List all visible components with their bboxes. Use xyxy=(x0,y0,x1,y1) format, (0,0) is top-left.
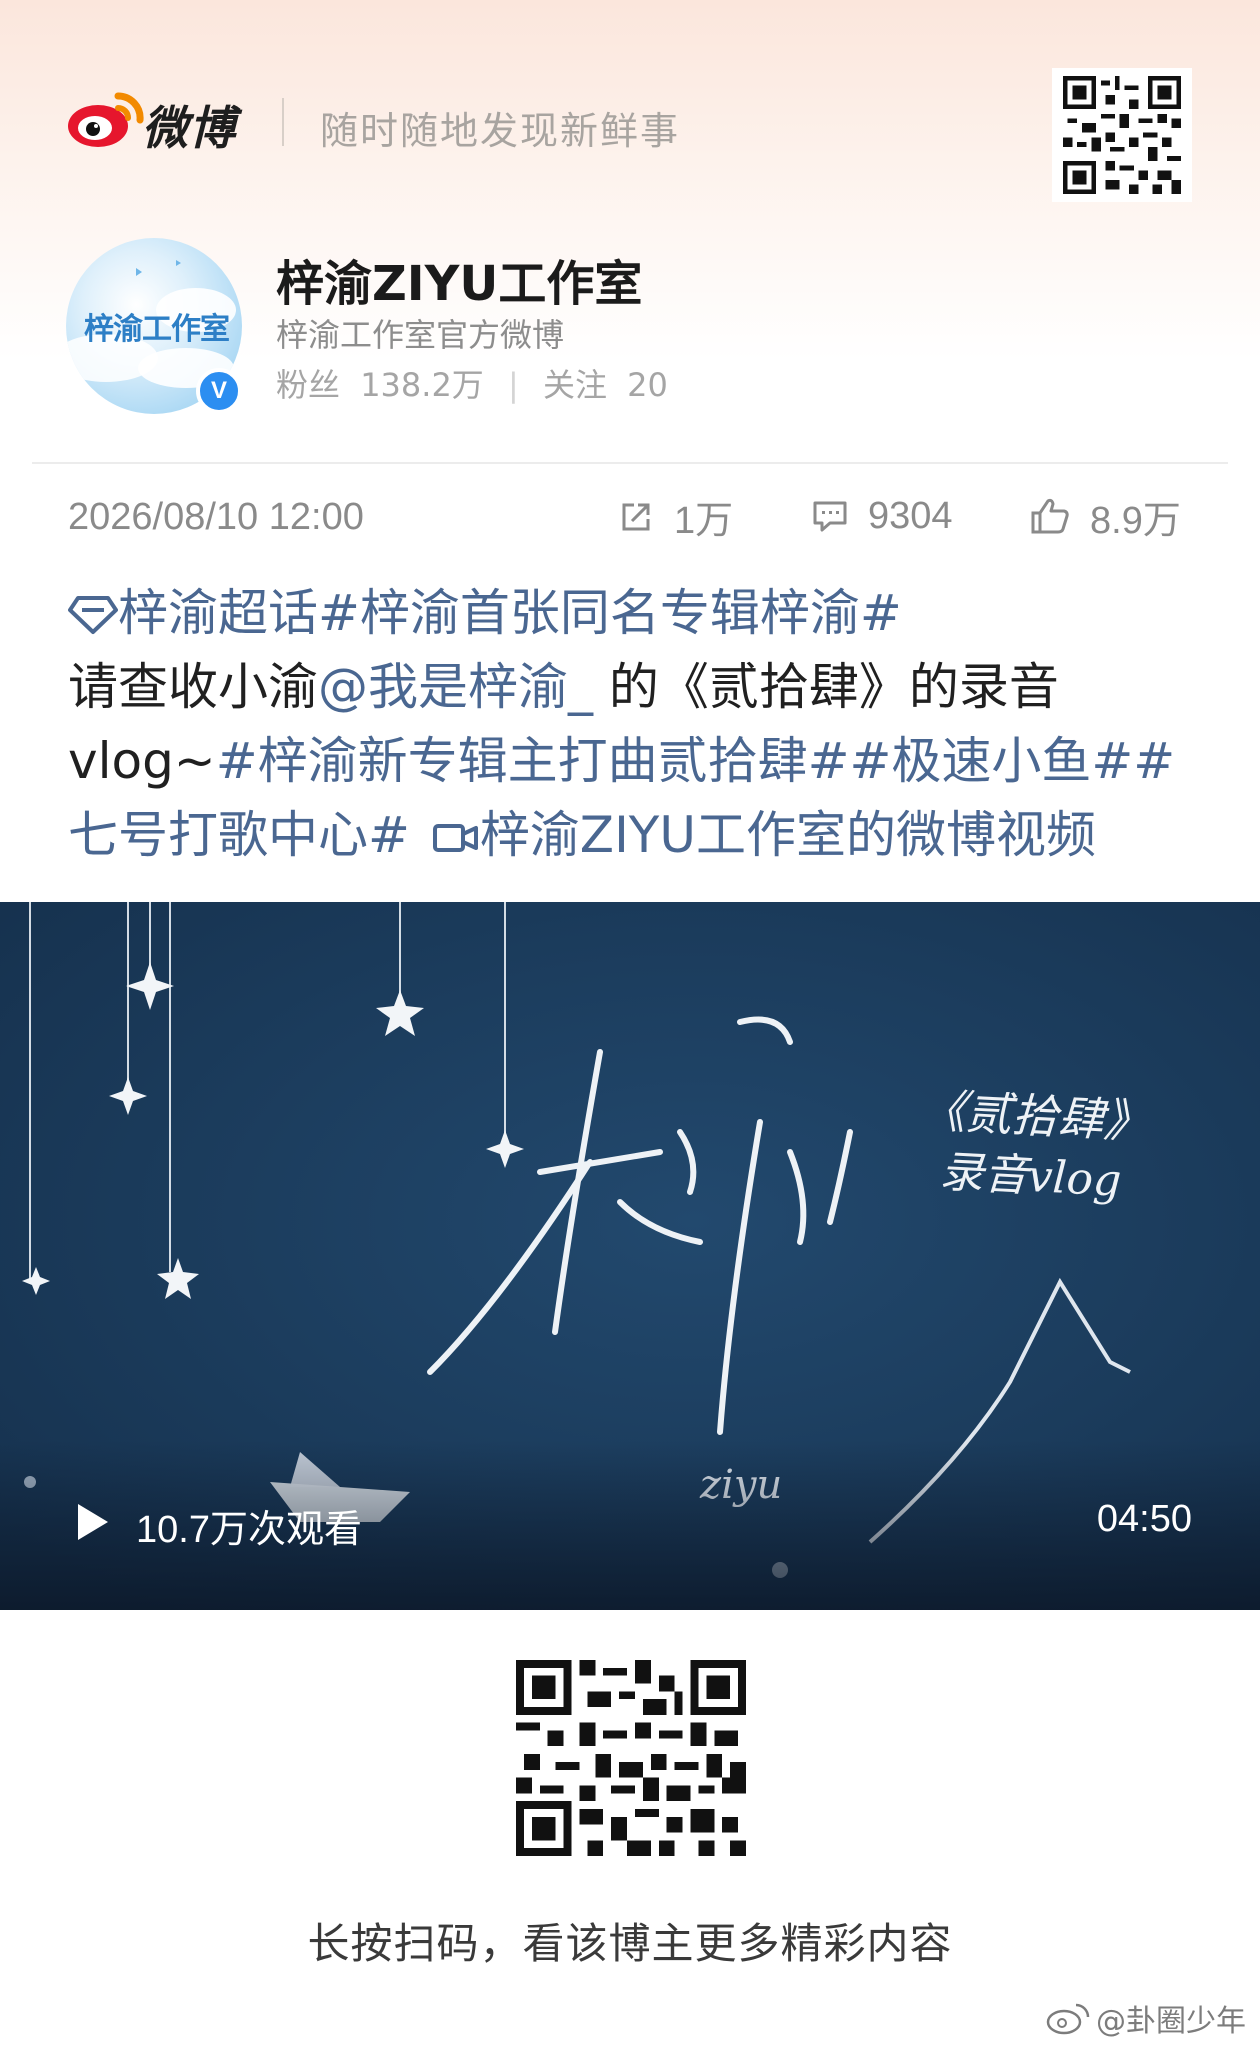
avatar-label: 梓渝工作室 xyxy=(84,312,230,347)
qr-caption: 长按扫码，看该博主更多精彩内容 xyxy=(307,1919,953,1968)
watermark: @卦圈少年 xyxy=(1046,1996,1246,2040)
hashtag-link[interactable]: 七号打歌中心# xyxy=(68,806,410,864)
page-header: 微博 随时随地发现新鲜事 xyxy=(0,0,1260,230)
play-icon[interactable] xyxy=(76,1502,110,1542)
verified-badge-icon: V xyxy=(196,368,242,414)
repost-icon xyxy=(622,503,650,531)
weibo-brand-text: 微博 xyxy=(142,101,236,155)
like-button[interactable]: 8.9万 xyxy=(1030,492,1181,542)
watermark-text: @卦圈少年 xyxy=(1096,2004,1246,2039)
post-text-segment: vlog~ xyxy=(68,732,216,790)
profile-description: 梓渝工作室官方微博 xyxy=(276,316,565,354)
weibo-logo-icon xyxy=(68,92,144,147)
fans-label: 粉丝 xyxy=(276,366,341,404)
mention-link[interactable]: @我是梓渝_ xyxy=(318,658,593,716)
profile-name[interactable]: 梓渝ZIYU工作室 xyxy=(276,244,642,314)
stats-separator: | xyxy=(507,366,519,404)
post-text-segment: 请查收小渝 xyxy=(68,658,318,716)
following-count: 20 xyxy=(627,366,668,404)
repost-button[interactable]: 1万 xyxy=(620,492,733,542)
qr-code-icon xyxy=(516,1660,746,1856)
qr-code-icon xyxy=(1063,76,1181,194)
video-cover-subtitle-2: 录音vlog xyxy=(938,1146,1123,1207)
comment-count: 9304 xyxy=(868,494,953,537)
header-divider xyxy=(282,98,284,146)
footer-qr-code[interactable] xyxy=(516,1660,746,1856)
video-link[interactable]: 梓渝ZIYU工作室的微博视频 xyxy=(480,806,1096,864)
like-count: 8.9万 xyxy=(1090,499,1181,542)
video-link-icon xyxy=(432,824,478,852)
fans-count: 138.2万 xyxy=(360,366,484,404)
following-label: 关注 xyxy=(542,366,607,404)
weibo-watermark-icon xyxy=(1046,2003,1090,2035)
super-topic-link[interactable]: 梓渝超话#梓渝首张同名专辑梓渝# xyxy=(118,584,902,642)
post-line-3: vlog~#梓渝新专辑主打曲贰拾肆##极速小鱼## xyxy=(68,724,1198,798)
repost-count: 1万 xyxy=(674,499,734,542)
header-qr-code[interactable] xyxy=(1052,68,1192,202)
hashtag-links[interactable]: #梓渝新专辑主打曲贰拾肆##极速小鱼## xyxy=(216,732,1175,790)
post-line-1: 梓渝超话#梓渝首张同名专辑梓渝# xyxy=(68,576,1198,650)
super-topic-diamond-icon xyxy=(68,596,118,634)
post-timestamp: 2026/08/10 12:00 xyxy=(68,496,364,538)
comment-button[interactable]: 9304 xyxy=(812,492,953,540)
post-content: 梓渝超话#梓渝首张同名专辑梓渝# 请查收小渝@我是梓渝_ 的《贰拾肆》的录音 v… xyxy=(68,576,1198,872)
profile-stats: 粉丝 138.2万 | 关注 20 xyxy=(276,360,668,406)
video-view-count: 10.7万次观看 xyxy=(136,1509,362,1551)
post-line-4: 七号打歌中心# 梓渝ZIYU工作室的微博视频 xyxy=(68,798,1198,872)
comment-icon xyxy=(813,501,847,532)
section-divider xyxy=(32,462,1228,464)
post-text-segment: 的《贰拾肆》的录音 xyxy=(593,658,1059,716)
header-slogan: 随时随地发现新鲜事 xyxy=(320,109,681,153)
post-line-2: 请查收小渝@我是梓渝_ 的《贰拾肆》的录音 xyxy=(68,650,1198,724)
video-duration: 04:50 xyxy=(1096,1498,1192,1540)
thumbs-up-icon xyxy=(1031,498,1069,534)
